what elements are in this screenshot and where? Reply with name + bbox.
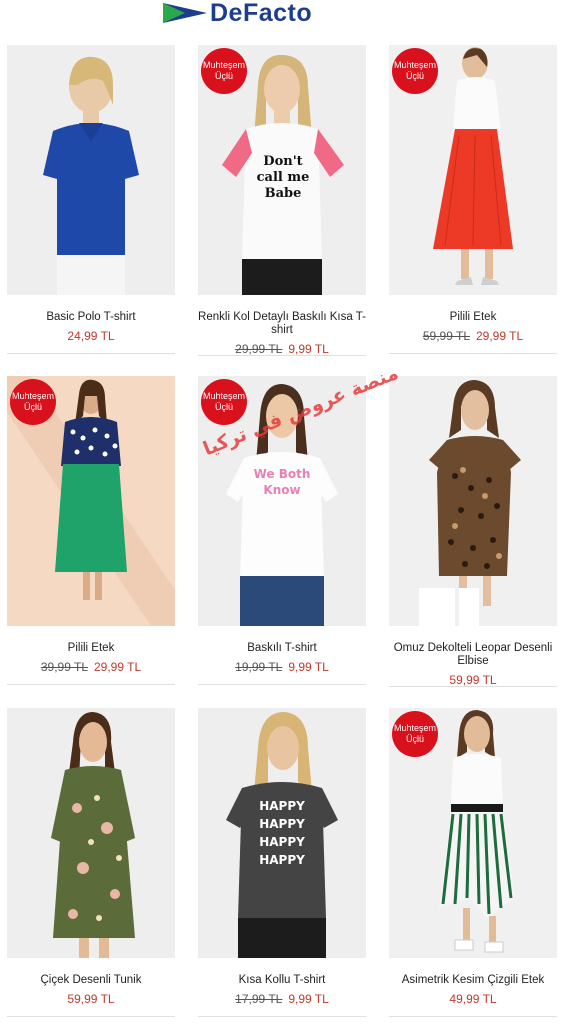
header: DeFacto <box>0 0 568 26</box>
product-old-price: 19,99 TL <box>235 660 283 674</box>
product-prices: 19,99 TL 9,99 TL <box>198 660 366 674</box>
print-text-2: call me <box>257 170 310 185</box>
product-card[interactable]: Muhteşem Üçlü Pilili Etek 39,99 TL 29,99 T… <box>7 376 175 688</box>
product-prices: 59,99 TL 29,99 TL <box>389 329 557 343</box>
product-prices: 17,99 TL 9,99 TL <box>198 992 366 1006</box>
product-card[interactable]: HAPPY HAPPY HAPPY HAPPY Kısa Kollu T-shi… <box>198 708 366 1020</box>
product-image[interactable]: Don't call me Babe Muhteşem Üçlü <box>198 45 366 295</box>
print-text-2: Know <box>263 483 300 497</box>
product-name[interactable]: Pilili Etek <box>7 642 175 655</box>
product-name[interactable]: Asimetrik Kesim Çizgili Etek <box>389 974 557 987</box>
product-price: 59,99 TL <box>67 992 115 1006</box>
divider <box>7 353 175 354</box>
print-text-2: HAPPY <box>259 817 305 831</box>
product-name[interactable]: Pilili Etek <box>389 311 557 324</box>
product-image[interactable]: HAPPY HAPPY HAPPY HAPPY <box>198 708 366 958</box>
product-card[interactable]: Muhteşem Üçlü Pilili Etek 59,99 TL 29,99 T… <box>389 45 557 357</box>
product-name[interactable]: Kısa Kollu T-shirt <box>198 974 366 987</box>
product-old-price: 29,99 TL <box>235 342 283 356</box>
product-image[interactable]: Muhteşem Üçlü <box>389 45 557 295</box>
promo-badge: Muhteşem Üçlü <box>10 379 56 425</box>
print-text-3: Babe <box>265 186 302 201</box>
divider <box>198 1016 366 1017</box>
product-image[interactable]: Muhteşem Üçlü <box>7 376 175 626</box>
product-name[interactable]: Baskılı T-shirt <box>198 642 366 655</box>
product-price: 29,99 TL <box>476 329 524 343</box>
product-prices: 29,99 TL 9,99 TL <box>198 342 366 356</box>
product-card[interactable]: Basic Polo T-shirt 24,99 TL <box>7 45 175 357</box>
brand-name: DeFacto <box>210 0 313 27</box>
defacto-logo[interactable]: DeFacto <box>163 0 313 27</box>
product-card[interactable]: Muhteşem Üçlü Asimetrik Kesim Çizgili Ete… <box>389 708 557 1020</box>
defacto-flag-icon <box>163 3 207 23</box>
promo-badge: Muhteşem Üçlü <box>392 711 438 757</box>
product-price: 49,99 TL <box>449 992 497 1006</box>
product-price: 24,99 TL <box>67 329 115 343</box>
product-price: 29,99 TL <box>94 660 142 674</box>
product-name[interactable]: Çiçek Desenli Tunik <box>7 974 175 987</box>
print-text-3: HAPPY <box>259 835 305 849</box>
product-old-price: 59,99 TL <box>422 329 470 343</box>
divider <box>7 684 175 685</box>
product-old-price: 39,99 TL <box>40 660 88 674</box>
product-prices: 39,99 TL 29,99 TL <box>7 660 175 674</box>
product-price: 59,99 TL <box>449 673 497 687</box>
product-card[interactable]: Don't call me Babe Muhteşem Üçlü Renkli K… <box>198 45 366 357</box>
product-price: 9,99 TL <box>288 342 329 356</box>
product-name[interactable]: Omuz Dekolteli Leopar Desenli Elbise <box>389 642 557 668</box>
divider <box>198 684 366 685</box>
product-prices: 59,99 TL <box>7 992 175 1006</box>
divider <box>389 353 557 354</box>
divider <box>198 355 366 356</box>
product-prices: 24,99 TL <box>7 329 175 343</box>
product-image[interactable] <box>7 708 175 958</box>
product-name[interactable]: Basic Polo T-shirt <box>7 311 175 324</box>
print-text-1: HAPPY <box>259 799 305 813</box>
product-old-price: 17,99 TL <box>235 992 283 1006</box>
divider <box>7 1016 175 1017</box>
promo-badge: Muhteşem Üçlü <box>392 48 438 94</box>
product-image[interactable] <box>389 376 557 626</box>
print-text-1: We Both <box>254 467 311 481</box>
product-prices: 59,99 TL <box>389 673 557 687</box>
divider <box>389 1016 557 1017</box>
product-image[interactable] <box>7 45 175 295</box>
product-card[interactable]: Çiçek Desenli Tunik 59,99 TL <box>7 708 175 1020</box>
promo-badge: Muhteşem Üçlü <box>201 379 247 425</box>
divider <box>389 686 557 687</box>
product-image[interactable]: Muhteşem Üçlü <box>389 708 557 958</box>
promo-badge: Muhteşem Üçlü <box>201 48 247 94</box>
product-name[interactable]: Renkli Kol Detaylı Baskılı Kısa T-shirt <box>198 311 366 337</box>
product-prices: 49,99 TL <box>389 992 557 1006</box>
product-price: 9,99 TL <box>288 992 329 1006</box>
print-text-1: Don't <box>263 154 302 169</box>
product-card[interactable]: Omuz Dekolteli Leopar Desenli Elbise 59,… <box>389 376 557 688</box>
product-price: 9,99 TL <box>288 660 329 674</box>
print-text-4: HAPPY <box>259 853 305 867</box>
